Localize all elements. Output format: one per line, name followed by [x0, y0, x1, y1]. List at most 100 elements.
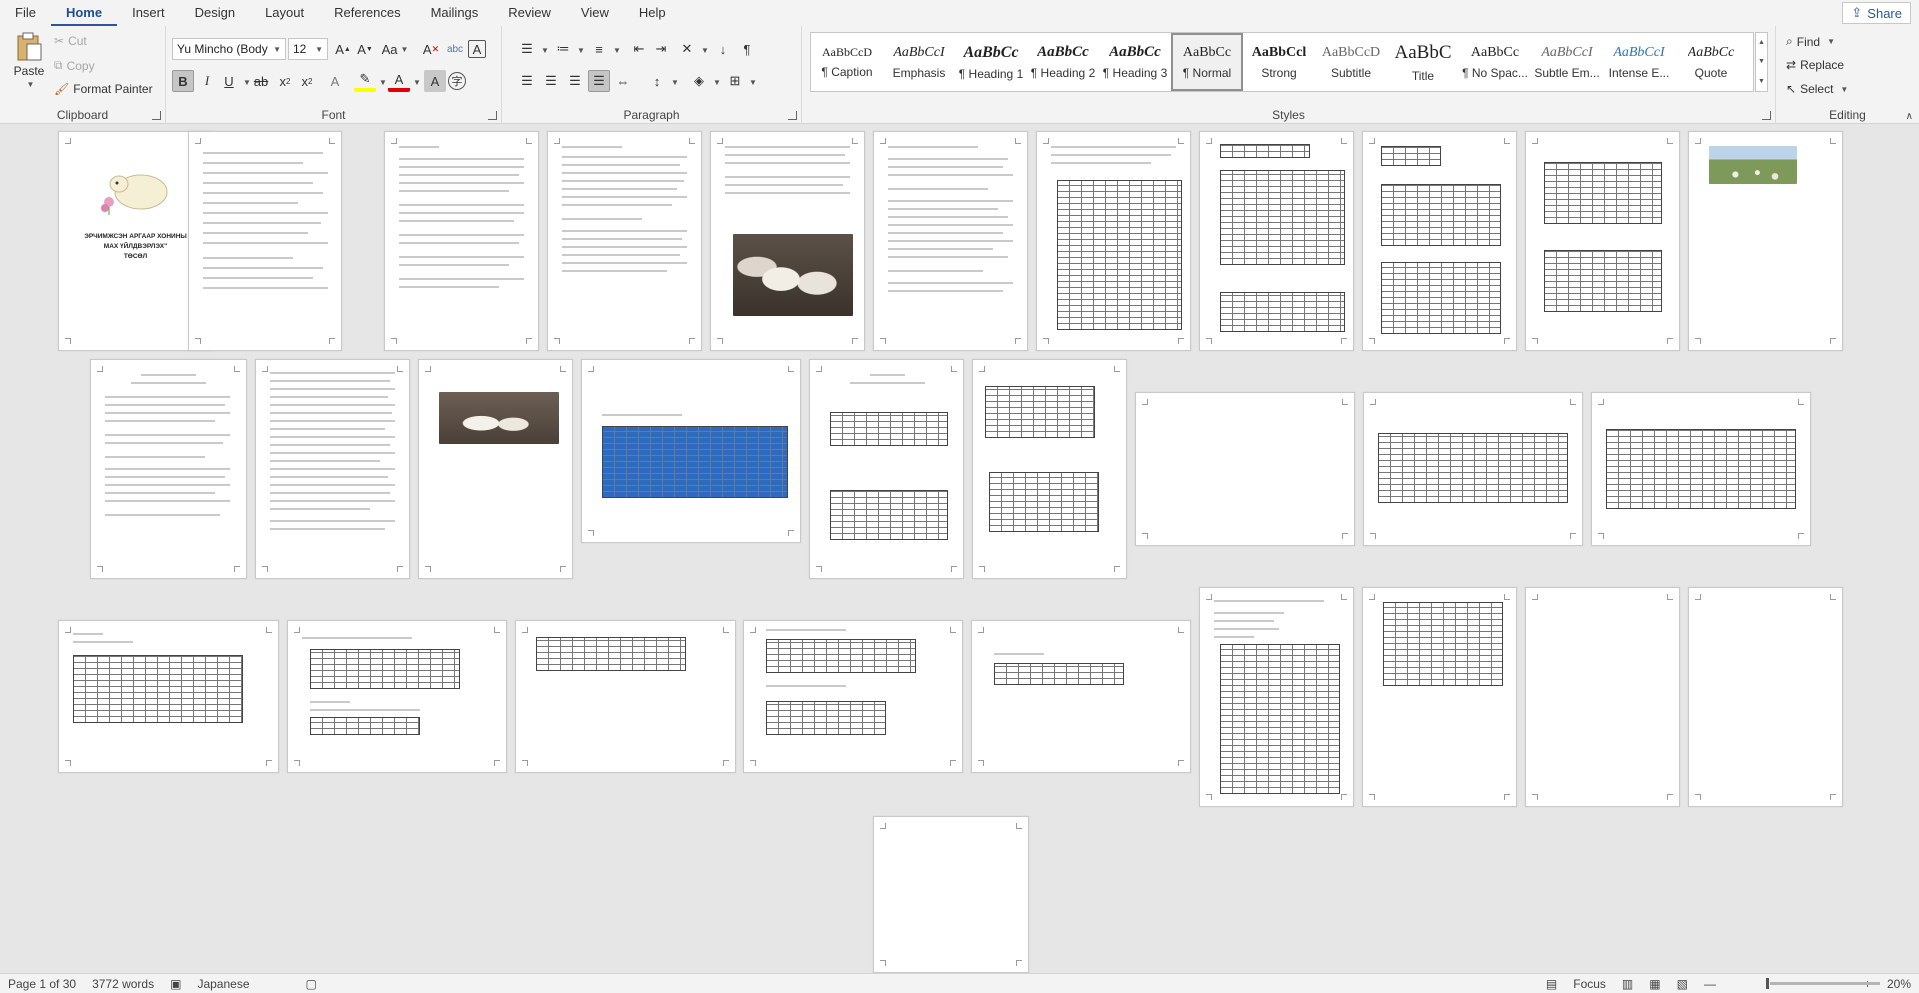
zoom-out-icon[interactable]: —: [1696, 977, 1724, 991]
tab-mailings[interactable]: Mailings: [416, 0, 494, 26]
highlight-icon[interactable]: ✎: [354, 70, 376, 92]
borders-icon[interactable]: ⊞: [724, 70, 746, 92]
style-subtitle[interactable]: AaBbCcD Subtitle: [1315, 33, 1387, 91]
page-thumbnail[interactable]: [1363, 392, 1583, 546]
borders-dropdown-icon[interactable]: ▼: [749, 78, 757, 87]
read-mode-icon[interactable]: ▥: [1614, 977, 1641, 991]
proofing-icon[interactable]: ▣: [162, 977, 189, 991]
print-layout-icon[interactable]: ▦: [1641, 977, 1668, 991]
page-thumbnail[interactable]: [1135, 392, 1355, 546]
styles-launcher-icon[interactable]: [1762, 111, 1771, 120]
grow-font-icon[interactable]: A ▲: [332, 38, 354, 60]
underline-icon[interactable]: U: [218, 70, 240, 92]
cut-button[interactable]: ✂ Cut: [54, 34, 87, 48]
page-thumbnail[interactable]: [1688, 131, 1843, 351]
font-color-icon[interactable]: A: [388, 70, 410, 92]
page-thumbnail[interactable]: [1199, 131, 1354, 351]
numbering-icon[interactable]: ≔: [552, 38, 574, 60]
page-thumbnail[interactable]: [515, 620, 736, 773]
tab-help[interactable]: Help: [624, 0, 681, 26]
bullets-dropdown-icon[interactable]: ▼: [541, 46, 549, 55]
chevron-up-icon[interactable]: ▲: [1758, 39, 1765, 46]
shading-dropdown-icon[interactable]: ▼: [713, 78, 721, 87]
font-name-dropdown[interactable]: Yu Mincho (Body ▼: [172, 38, 286, 60]
character-shading-icon[interactable]: A: [424, 70, 446, 92]
change-case-icon[interactable]: Aa ▼: [380, 38, 410, 60]
copy-button[interactable]: ⧉ Copy: [54, 58, 95, 73]
style-strong[interactable]: AaBbCcl Strong: [1243, 33, 1315, 91]
style-quote[interactable]: AaBbCc Quote: [1675, 33, 1747, 91]
collapse-ribbon-icon[interactable]: ∧: [1906, 111, 1913, 122]
page-thumbnail[interactable]: [581, 359, 801, 543]
increase-indent-icon[interactable]: ⇥: [650, 38, 672, 60]
focus-label[interactable]: Focus: [1565, 977, 1614, 991]
pilcrow-icon[interactable]: ¶: [736, 38, 758, 60]
page-count[interactable]: Page 1 of 30: [0, 977, 84, 991]
font-color-dropdown-icon[interactable]: ▼: [413, 78, 421, 87]
page-thumbnail[interactable]: [971, 620, 1191, 773]
style-emphasis[interactable]: AaBbCcI Emphasis: [883, 33, 955, 91]
font-size-dropdown[interactable]: 12 ▼: [288, 38, 328, 60]
chevron-down-icon[interactable]: ▼: [1758, 58, 1765, 65]
page-thumbnail[interactable]: [1199, 587, 1354, 807]
shrink-font-icon[interactable]: A ▼: [354, 38, 376, 60]
page-thumbnail[interactable]: [972, 359, 1127, 579]
zoom-slider[interactable]: [1770, 982, 1880, 985]
style-heading-3[interactable]: AaBbCc ¶ Heading 3: [1099, 33, 1171, 91]
align-center-icon[interactable]: ☰: [540, 70, 562, 92]
page-thumbnail[interactable]: [90, 359, 247, 579]
highlight-dropdown-icon[interactable]: ▼: [379, 78, 387, 87]
asian-layout-icon[interactable]: ✕: [676, 38, 698, 60]
page-thumbnail[interactable]: [809, 359, 964, 579]
tab-design[interactable]: Design: [180, 0, 250, 26]
tab-references[interactable]: References: [319, 0, 415, 26]
select-button[interactable]: ↖ Select ▼: [1786, 82, 1848, 96]
page-thumbnail[interactable]: [1525, 131, 1680, 351]
styles-gallery-scroll[interactable]: ▲ ▼ ▼: [1755, 32, 1768, 92]
paste-button[interactable]: Paste ▼: [10, 32, 48, 89]
enclose-characters-icon[interactable]: 字: [448, 72, 466, 90]
style-heading-2[interactable]: AaBbCc ¶ Heading 2: [1027, 33, 1099, 91]
page-thumbnail[interactable]: [1036, 131, 1191, 351]
replace-button[interactable]: ⇄ Replace: [1786, 58, 1844, 72]
bold-icon[interactable]: B: [172, 70, 194, 92]
macro-record-icon[interactable]: ▢: [298, 977, 325, 991]
format-painter-button[interactable]: 🖌 Format Painter: [54, 82, 153, 96]
page-thumbnail[interactable]: [287, 620, 507, 773]
paragraph-launcher-icon[interactable]: [788, 111, 797, 120]
sort-icon[interactable]: ↓: [712, 38, 734, 60]
tab-layout[interactable]: Layout: [250, 0, 319, 26]
page-thumbnail[interactable]: [255, 359, 410, 579]
numbering-dropdown-icon[interactable]: ▼: [577, 46, 585, 55]
line-spacing-icon[interactable]: ↕: [646, 70, 668, 92]
align-left-icon[interactable]: ☰: [516, 70, 538, 92]
page-thumbnail[interactable]: [418, 359, 573, 579]
tab-file[interactable]: File: [0, 0, 51, 26]
word-count[interactable]: 3772 words: [84, 977, 162, 991]
clipboard-launcher-icon[interactable]: [152, 111, 161, 120]
page-thumbnail[interactable]: [58, 620, 279, 773]
page-thumbnail[interactable]: [743, 620, 963, 773]
page-thumbnail[interactable]: [384, 131, 539, 351]
style-no-spacing[interactable]: AaBbCc ¶ No Spac...: [1459, 33, 1531, 91]
style-heading-1[interactable]: AaBbCc ¶ Heading 1: [955, 33, 1027, 91]
page-thumbnail[interactable]: [1688, 587, 1843, 807]
page-thumbnail[interactable]: [710, 131, 865, 351]
subscript-icon[interactable]: x2: [274, 70, 296, 92]
page-thumbnail[interactable]: [188, 131, 342, 351]
text-effects-icon[interactable]: A: [324, 70, 346, 92]
page-thumbnail[interactable]: [1591, 392, 1811, 546]
web-layout-icon[interactable]: ▧: [1669, 977, 1696, 991]
bullets-icon[interactable]: ☰: [516, 38, 538, 60]
tab-home[interactable]: Home: [50, 0, 118, 26]
font-launcher-icon[interactable]: [488, 111, 497, 120]
multilevel-dropdown-icon[interactable]: ▼: [613, 46, 621, 55]
zoom-level[interactable]: 20%: [1879, 977, 1919, 991]
decrease-indent-icon[interactable]: ⇤: [628, 38, 650, 60]
page-thumbnail[interactable]: [873, 131, 1028, 351]
superscript-icon[interactable]: x2: [296, 70, 318, 92]
style-caption[interactable]: AaBbCcD ¶ Caption: [811, 33, 883, 91]
paste-dropdown-icon[interactable]: ▼: [27, 80, 35, 89]
justify-icon[interactable]: ☰: [588, 70, 610, 92]
multilevel-list-icon[interactable]: ≡: [588, 38, 610, 60]
